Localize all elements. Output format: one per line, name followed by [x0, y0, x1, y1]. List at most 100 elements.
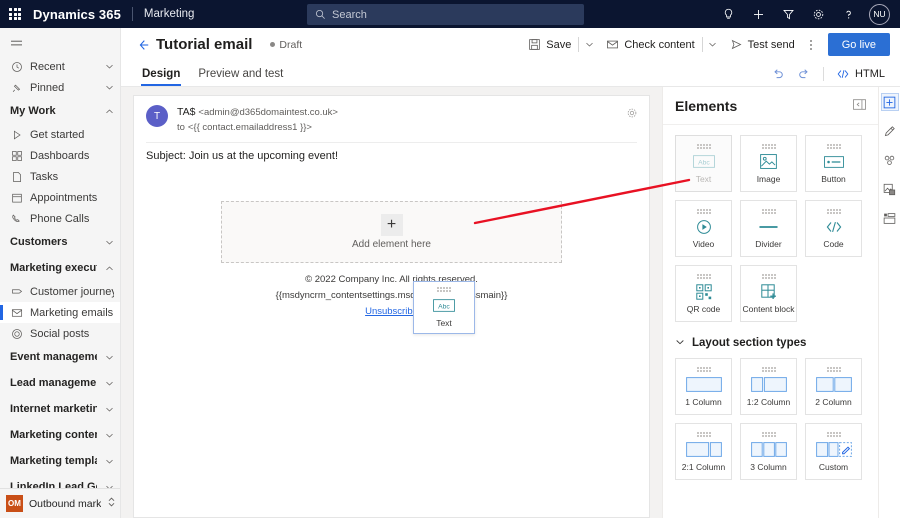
element-card-text[interactable]: Abc Text	[675, 135, 732, 192]
redo-icon[interactable]	[792, 62, 816, 86]
email-footer-unsubscribe-link[interactable]: Unsubscribe	[365, 306, 418, 317]
add-element-icon[interactable]	[880, 93, 900, 111]
collapse-panel-icon[interactable]	[853, 98, 866, 113]
area-switcher[interactable]: OM Outbound market...	[0, 488, 120, 518]
sidebar-collapse-button[interactable]	[0, 30, 120, 56]
layout-1-2-column-icon	[750, 376, 787, 394]
app-launcher-icon[interactable]	[0, 0, 30, 28]
tab-preview-and-test[interactable]: Preview and test	[189, 61, 292, 86]
check-content-label: Check content	[624, 38, 695, 51]
plus-icon[interactable]	[743, 0, 773, 28]
element-card-content-block[interactable]: Content block	[740, 265, 797, 322]
element-card-divider[interactable]: Divider	[740, 200, 797, 257]
sidebar-group-internet-marketing[interactable]: Internet marketing	[0, 396, 120, 422]
page-title: Tutorial email	[156, 36, 253, 53]
layout-3-column-icon	[750, 441, 787, 459]
filter-icon[interactable]	[773, 0, 803, 28]
tab-design[interactable]: Design	[133, 61, 189, 86]
help-icon[interactable]	[833, 0, 863, 28]
sidebar-group-event-management[interactable]: Event management	[0, 344, 120, 370]
left-sidebar-nav: Recent Pinned My Work Get started Dashbo…	[0, 28, 121, 518]
drag-handle-icon	[761, 366, 776, 372]
sidebar-group-lead-management[interactable]: Lead management	[0, 370, 120, 396]
sidebar-item-label: Dashboards	[30, 149, 90, 162]
sidebar-item-appointments[interactable]: Appointments	[0, 187, 120, 208]
lightbulb-icon[interactable]	[713, 0, 743, 28]
sidebar-item-label: Recent	[30, 60, 65, 73]
layout-card-2-1-column[interactable]: 2:1 Column	[675, 423, 732, 480]
add-element-dropzone[interactable]: + Add element here	[221, 201, 562, 264]
email-settings-gear-icon[interactable]	[626, 107, 638, 122]
undo-icon[interactable]	[766, 62, 790, 86]
element-card-video[interactable]: Video	[675, 200, 732, 257]
sidebar-group-my-work[interactable]: My Work	[0, 98, 120, 124]
chevron-down-icon	[104, 431, 114, 440]
email-from-line: TA$ <admin@d365domaintest.co.uk>	[177, 105, 338, 120]
layout-card-custom[interactable]: Custom	[805, 423, 862, 480]
sidebar-group-customers[interactable]: Customers	[0, 229, 120, 255]
check-content-chevron-down-icon[interactable]	[703, 32, 723, 58]
element-card-image[interactable]: Image	[740, 135, 797, 192]
sidebar-item-pinned[interactable]: Pinned	[0, 77, 120, 98]
check-content-button[interactable]: Check content	[599, 32, 701, 58]
sidebar-group-linkedin-lead-gen[interactable]: LinkedIn Lead Gen	[0, 474, 120, 488]
assets-icon[interactable]	[881, 180, 899, 198]
chevron-down-icon	[104, 83, 114, 92]
layout-card-1-column[interactable]: 1 Column	[675, 358, 732, 415]
sidebar-item-marketing-emails[interactable]: Marketing emails	[0, 302, 120, 323]
global-top-bar: Dynamics 365 Marketing Search NU	[0, 0, 900, 28]
brush-styles-icon[interactable]	[881, 122, 899, 140]
app-name-label[interactable]: Marketing	[144, 8, 195, 20]
sidebar-item-get-started[interactable]: Get started	[0, 124, 120, 145]
overflow-menu-button[interactable]	[802, 32, 820, 58]
sidebar-group-marketing-templates[interactable]: Marketing templates	[0, 448, 120, 474]
elements-panel-title: Elements	[675, 97, 738, 114]
personalization-icon[interactable]	[881, 151, 899, 169]
sidebar-item-dashboards[interactable]: Dashboards	[0, 145, 120, 166]
sidebar-item-social-posts[interactable]: Social posts	[0, 323, 120, 344]
clock-icon	[10, 61, 23, 73]
sidebar-group-marketing-content[interactable]: Marketing content	[0, 422, 120, 448]
go-live-button[interactable]: Go live	[827, 33, 890, 56]
element-card-code[interactable]: Code	[805, 200, 862, 257]
email-from-address: <admin@d365domaintest.co.uk>	[198, 107, 338, 118]
sidebar-group-label: Internet marketing	[10, 403, 97, 415]
drag-handle-icon	[761, 273, 776, 279]
email-canvas: T TA$ <admin@d365domaintest.co.uk> to <{…	[121, 87, 662, 518]
drag-ghost-label: Text	[436, 318, 452, 329]
layout-card-2-column[interactable]: 2 Column	[805, 358, 862, 415]
save-chevron-down-icon[interactable]	[579, 32, 599, 58]
brand-title[interactable]: Dynamics 365	[30, 7, 121, 22]
element-card-qr-code[interactable]: QR code	[675, 265, 732, 322]
test-send-button[interactable]: Test send	[723, 32, 802, 58]
task-icon	[10, 171, 23, 183]
save-button[interactable]: Save	[521, 32, 578, 58]
drag-handle-icon	[826, 208, 841, 214]
elements-panel-header: Elements	[663, 87, 878, 125]
gear-icon[interactable]	[803, 0, 833, 28]
area-switcher-chevron-icon	[107, 496, 116, 511]
sidebar-item-tasks[interactable]: Tasks	[0, 166, 120, 187]
divider-icon	[759, 218, 778, 236]
chevron-up-icon	[104, 107, 114, 116]
layout-label: 3 Column	[750, 461, 787, 472]
user-avatar[interactable]: NU	[869, 3, 890, 25]
html-button[interactable]: HTML	[831, 68, 890, 80]
layout-card-3-column[interactable]: 3 Column	[740, 423, 797, 480]
sidebar-item-phone-calls[interactable]: Phone Calls	[0, 208, 120, 229]
layout-section-header[interactable]: Layout section types	[675, 336, 868, 350]
sidebar-item-label: Phone Calls	[30, 212, 90, 225]
layers-icon[interactable]	[881, 209, 899, 227]
sidebar-item-customer-journeys[interactable]: Customer journeys	[0, 281, 120, 302]
sidebar-item-recent[interactable]: Recent	[0, 56, 120, 77]
drag-handle-icon	[696, 143, 711, 149]
back-arrow-icon[interactable]	[133, 38, 153, 52]
global-search-input[interactable]: Search	[307, 4, 584, 25]
drag-ghost-text-element[interactable]: Abc Text	[413, 281, 475, 335]
element-card-button[interactable]: Button	[805, 135, 862, 192]
layout-card-1-2-column[interactable]: 1:2 Column	[740, 358, 797, 415]
sidebar-group-marketing-execution[interactable]: Marketing execution	[0, 255, 120, 281]
phone-icon	[10, 213, 23, 225]
send-icon	[731, 39, 742, 50]
global-search-placeholder: Search	[332, 8, 367, 21]
